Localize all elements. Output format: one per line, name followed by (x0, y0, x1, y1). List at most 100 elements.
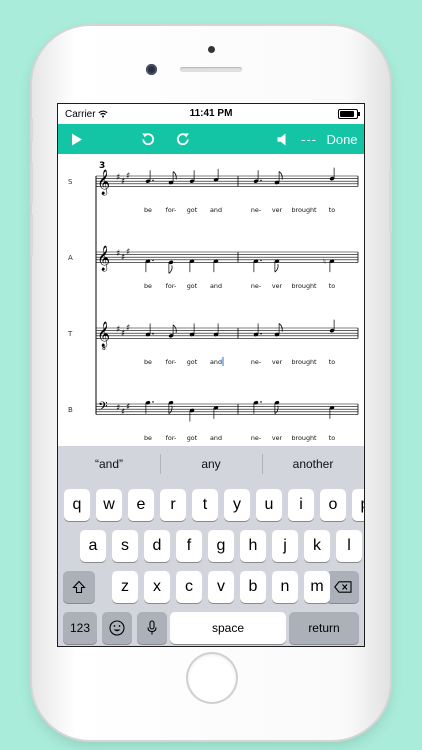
undo-icon (142, 133, 155, 146)
sharp-icon: ♯ (116, 173, 120, 183)
numbers-key[interactable]: 123 (63, 612, 97, 644)
volume-down-button (30, 214, 33, 256)
note-dot (260, 179, 262, 182)
key-f[interactable]: f (175, 530, 203, 562)
note-dot (260, 401, 262, 403)
treble-clef-icon: 𝄞 (97, 321, 110, 347)
dictation-key[interactable] (137, 612, 167, 644)
lyric-syllable: for- (166, 206, 177, 214)
lyric-syllable: be (144, 434, 152, 442)
home-button[interactable] (188, 654, 236, 702)
treble-clef-icon: 𝄞 (97, 245, 110, 271)
sharp-icon: ♯ (121, 329, 125, 339)
backspace-icon (333, 581, 352, 593)
key-h[interactable]: h (239, 530, 267, 562)
front-camera (146, 64, 157, 75)
lyric-syllable: brought (291, 358, 317, 366)
sharp-icon: ♯ (121, 253, 125, 263)
delete-key[interactable] (326, 571, 359, 603)
lyric-syllable: ver (272, 434, 283, 442)
sharp-icon: ♯ (116, 249, 120, 259)
undo-button[interactable] (136, 124, 160, 154)
key-u[interactable]: u (255, 489, 283, 521)
note-dot (152, 401, 154, 403)
key-y[interactable]: y (223, 489, 251, 521)
sharp-icon: ♯ (116, 404, 120, 414)
keyboard: 123 space return qwertyuiop asdfghjkl zxcv… (58, 482, 364, 646)
key-m[interactable]: m (303, 571, 331, 603)
proximity-sensor (208, 46, 215, 53)
lyric-syllable: for- (166, 282, 177, 290)
key-d[interactable]: d (143, 530, 171, 562)
lyric-syllable: to (329, 434, 336, 442)
key-q[interactable]: q (63, 489, 91, 521)
key-o[interactable]: o (319, 489, 347, 521)
lyric-syllable: got (187, 434, 198, 442)
lyric-syllable: be (144, 282, 152, 290)
note-dot (152, 259, 154, 262)
speaker-button[interactable] (271, 124, 293, 154)
done-button[interactable]: Done (324, 124, 360, 154)
note-flag (172, 324, 177, 333)
key-v[interactable]: v (207, 571, 235, 603)
sharp-icon: ♯ (121, 408, 125, 418)
key-k[interactable]: k (303, 530, 331, 562)
suggestion-1[interactable]: “and” (58, 446, 160, 482)
key-l[interactable]: l (335, 530, 363, 562)
part-label: B (68, 406, 73, 414)
lyric-syllable: ver (272, 206, 283, 214)
lyric-syllable: ver (272, 358, 283, 366)
score-toolbar: --- Done (58, 124, 364, 154)
battery-icon (338, 109, 360, 119)
part-label: A (68, 254, 73, 262)
tempo-dashes: --- (301, 131, 317, 147)
note-flag (274, 264, 279, 273)
status-time: 11:41 PM (189, 108, 233, 119)
speaker-icon (277, 133, 286, 145)
key-c[interactable]: c (175, 571, 203, 603)
suggestion-3[interactable]: another (262, 446, 364, 482)
lyric-syllable: ne- (251, 358, 261, 366)
lyric-syllable: ne- (251, 282, 261, 290)
note-flag (278, 323, 283, 332)
key-t[interactable]: t (191, 489, 219, 521)
key-z[interactable]: z (111, 571, 139, 603)
return-key[interactable]: return (289, 612, 359, 644)
suggestion-2[interactable]: any (160, 446, 262, 482)
key-r[interactable]: r (159, 489, 187, 521)
lyric-syllable: and (210, 282, 222, 290)
emoji-icon (109, 620, 125, 636)
play-button[interactable] (65, 124, 89, 154)
shift-key[interactable] (63, 571, 95, 603)
play-icon (72, 133, 82, 145)
shift-icon (72, 580, 86, 594)
key-i[interactable]: i (287, 489, 315, 521)
lyric-syllable: brought (291, 282, 317, 290)
key-w[interactable]: w (95, 489, 123, 521)
score-canvas: 3S 𝄞 ♯ ♯♯be for-got and ne-ver brought toA 𝄞 ♯ ♯♯♮b… (67, 161, 359, 442)
lyric-syllable: ne- (251, 434, 261, 442)
key-a[interactable]: a (79, 530, 107, 562)
key-x[interactable]: x (143, 571, 171, 603)
lyric-syllable: brought (291, 206, 317, 214)
emoji-key[interactable] (102, 612, 132, 644)
key-j[interactable]: j (271, 530, 299, 562)
sharp-icon: ♯ (126, 172, 130, 182)
key-b[interactable]: b (239, 571, 267, 603)
redo-button[interactable] (171, 124, 195, 154)
key-g[interactable]: g (207, 530, 235, 562)
key-p[interactable]: p (351, 489, 364, 521)
lyric-syllable: to (329, 282, 336, 290)
key-n[interactable]: n (271, 571, 299, 603)
part-label: S (68, 178, 73, 186)
space-key[interactable]: space (170, 612, 286, 644)
key-s[interactable]: s (111, 530, 139, 562)
lyric-syllable: and (210, 434, 222, 442)
key-e[interactable]: e (127, 489, 155, 521)
microphone-icon (147, 620, 157, 635)
lyric-syllable: to (329, 358, 336, 366)
volume-up-button (30, 162, 33, 204)
sharp-icon: ♯ (116, 325, 120, 335)
note-dot (260, 332, 262, 335)
sharp-icon: ♯ (126, 248, 130, 258)
